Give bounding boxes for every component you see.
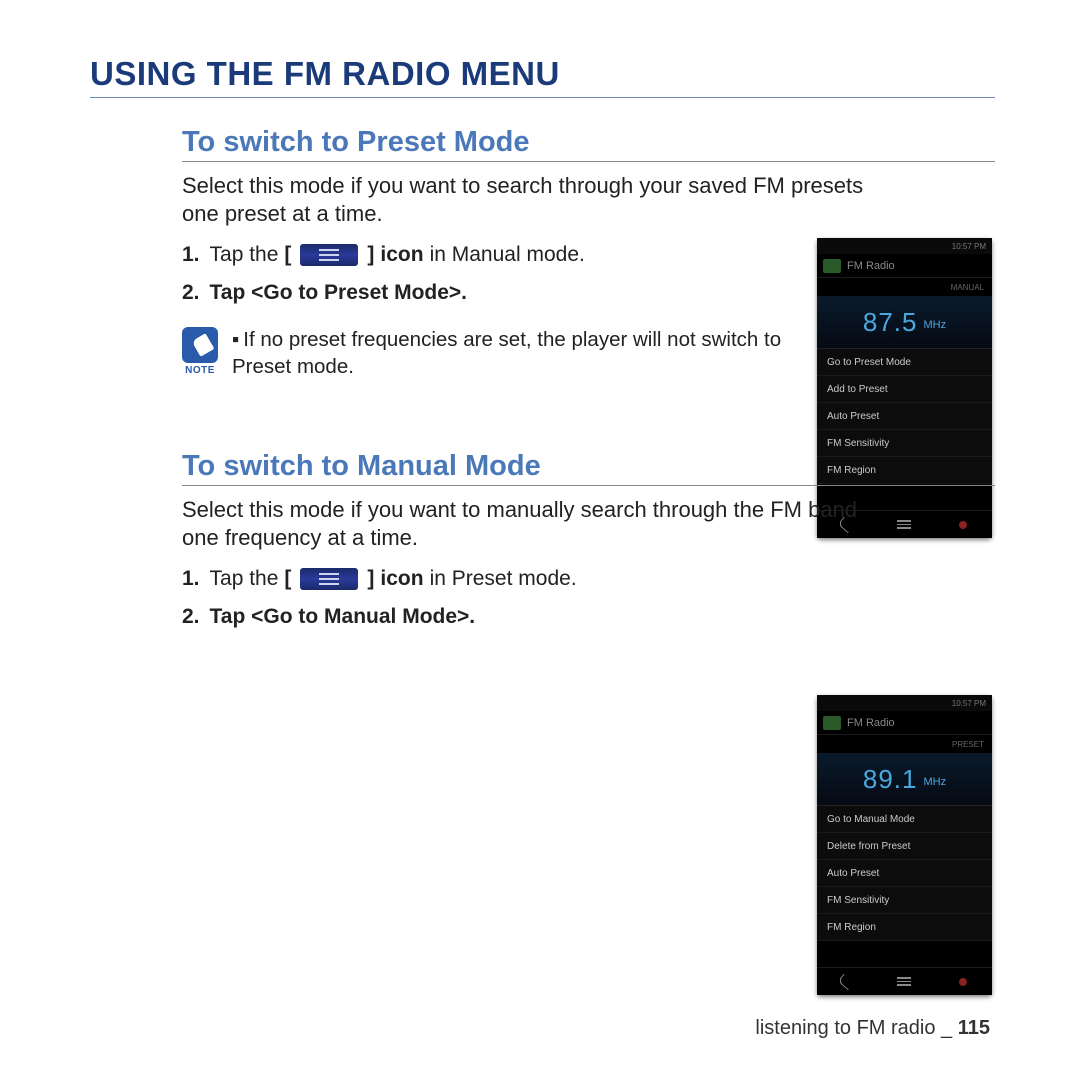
- step-number: 1.: [182, 567, 200, 591]
- menu-icon: [300, 244, 358, 266]
- menu-icon: [300, 568, 358, 590]
- page-footer: listening to FM radio _ 115: [755, 1017, 990, 1040]
- step-number: 2.: [182, 281, 200, 305]
- step-2: 2. Tap <Go to Manual Mode>.: [182, 605, 995, 629]
- page-title: USING THE FM RADIO MENU: [90, 55, 995, 98]
- note-block: NOTE ▪If no preset frequencies are set, …: [182, 327, 802, 380]
- frequency-value: 89.1: [863, 764, 918, 795]
- menu-item[interactable]: Auto Preset: [817, 860, 992, 887]
- menu-item[interactable]: Delete from Preset: [817, 833, 992, 860]
- menu-item[interactable]: FM Region: [817, 914, 992, 941]
- device-screenshot-2: 10:57 PM FM Radio PRESET 89.1 MHz Go to …: [817, 695, 992, 995]
- note-text: ▪If no preset frequencies are set, the p…: [232, 327, 802, 380]
- step-number: 2.: [182, 605, 200, 629]
- menu-item[interactable]: Auto Preset: [817, 403, 992, 430]
- step-number: 1.: [182, 243, 200, 267]
- note-icon: [182, 327, 218, 363]
- menu-item[interactable]: Go to Preset Mode: [817, 349, 992, 376]
- menu-button[interactable]: [894, 975, 914, 989]
- menu-item[interactable]: FM Sensitivity: [817, 887, 992, 914]
- menu-item[interactable]: Go to Manual Mode: [817, 806, 992, 833]
- section-manual-mode: To switch to Manual Mode Select this mod…: [90, 450, 995, 629]
- note-label: NOTE: [185, 365, 215, 376]
- back-button[interactable]: [836, 975, 856, 989]
- step-1: 1. Tap the [ ] icon in Preset mode.: [182, 567, 995, 591]
- radio-app-icon: [823, 259, 841, 273]
- frequency-value: 87.5: [863, 307, 918, 338]
- menu-item[interactable]: Add to Preset: [817, 376, 992, 403]
- record-button[interactable]: [953, 975, 973, 989]
- section-title: To switch to Preset Mode: [182, 126, 995, 162]
- section-intro: Select this mode if you want to manually…: [182, 496, 882, 551]
- radio-app-icon: [823, 716, 841, 730]
- section-title: To switch to Manual Mode: [182, 450, 995, 486]
- section-intro: Select this mode if you want to search t…: [182, 172, 882, 227]
